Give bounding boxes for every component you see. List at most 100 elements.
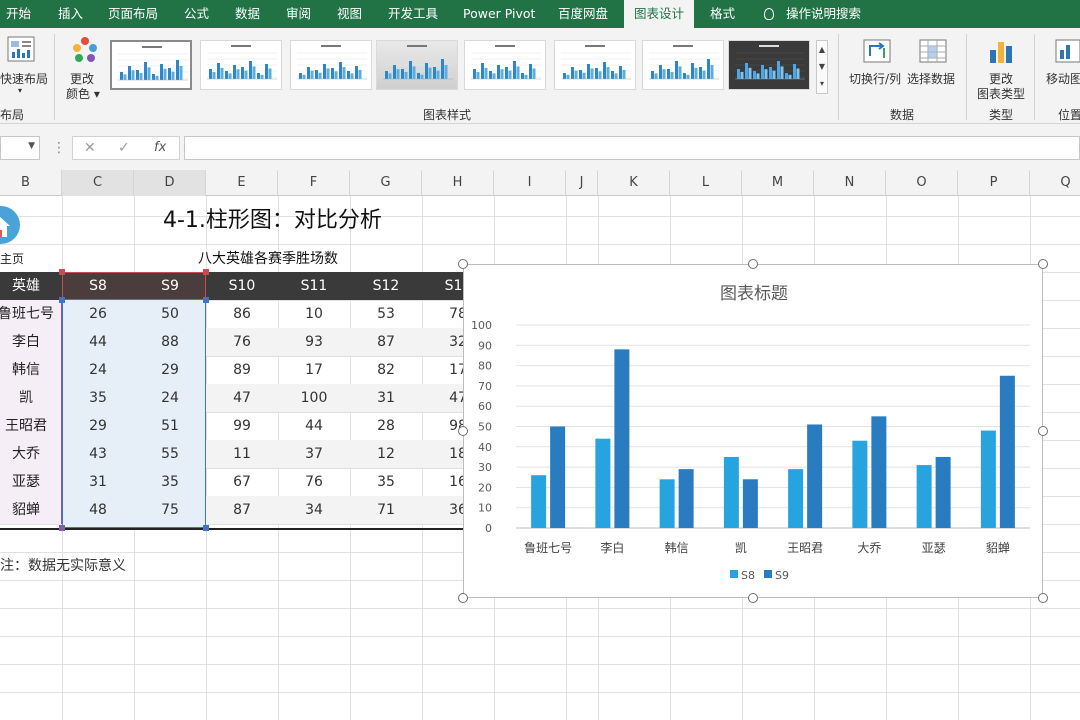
ribbon-tab[interactable]: 审阅 xyxy=(286,0,311,28)
column-header-b[interactable]: B xyxy=(0,170,62,196)
column-header-i[interactable]: I xyxy=(494,170,566,196)
column-header-p[interactable]: P xyxy=(958,170,1030,196)
ribbon-tab[interactable]: 开发工具 xyxy=(388,0,438,28)
change-chart-type-icon[interactable] xyxy=(986,36,1016,66)
value-cell[interactable]: 31 xyxy=(62,468,134,496)
value-cell[interactable]: 88 xyxy=(134,328,206,356)
more-options-icon[interactable]: ⋮ xyxy=(52,136,66,160)
column-header-c[interactable]: C xyxy=(62,170,134,196)
value-cell[interactable]: 76 xyxy=(278,468,350,496)
chart-style-thumbnail[interactable] xyxy=(376,40,458,90)
table-header-cell[interactable]: S11 xyxy=(278,272,350,300)
value-cell[interactable]: 31 xyxy=(350,384,422,412)
cancel-icon[interactable]: ✕ xyxy=(84,136,96,160)
quick-layout-icon[interactable] xyxy=(6,34,36,64)
switch-row-column-icon[interactable] xyxy=(862,36,892,66)
chart-style-gallery[interactable] xyxy=(108,38,828,94)
column-header-h[interactable]: H xyxy=(422,170,494,196)
selection-handle[interactable] xyxy=(59,269,65,275)
value-cell[interactable]: 28 xyxy=(350,412,422,440)
value-cell[interactable]: 75 xyxy=(134,496,206,524)
value-cell[interactable]: 100 xyxy=(278,384,350,412)
bar-s9-3[interactable] xyxy=(742,479,758,528)
bar-s8-4[interactable] xyxy=(788,469,804,528)
value-cell[interactable]: 17 xyxy=(278,356,350,384)
value-cell[interactable]: 11 xyxy=(206,440,278,468)
tell-me-search[interactable]: 操作说明搜索 xyxy=(764,0,861,28)
value-cell[interactable]: 82 xyxy=(350,356,422,384)
value-cell[interactable]: 35 xyxy=(134,468,206,496)
table-header-cell[interactable]: S12 xyxy=(350,272,422,300)
value-cell[interactable]: 24 xyxy=(134,384,206,412)
value-cell[interactable]: 43 xyxy=(62,440,134,468)
value-cell[interactable]: 51 xyxy=(134,412,206,440)
chart-style-thumbnail[interactable] xyxy=(728,40,810,90)
ribbon-tab[interactable]: 公式 xyxy=(184,0,209,28)
value-cell[interactable]: 71 xyxy=(350,496,422,524)
chart-style-thumbnail[interactable] xyxy=(642,40,724,90)
chart-style-thumbnail[interactable] xyxy=(200,40,282,90)
value-cell[interactable]: 10 xyxy=(278,300,350,328)
select-data-button[interactable]: 选择数据 xyxy=(907,70,955,87)
value-cell[interactable]: 35 xyxy=(350,468,422,496)
resize-handle[interactable] xyxy=(748,593,758,603)
ribbon-tab[interactable]: 图表设计 xyxy=(624,0,695,28)
hero-name-cell[interactable]: 王昭君 xyxy=(0,412,62,440)
hero-name-cell[interactable]: 亚瑟 xyxy=(0,468,62,496)
ribbon-tab[interactable]: 视图 xyxy=(337,0,362,28)
value-cell[interactable]: 37 xyxy=(278,440,350,468)
resize-handle[interactable] xyxy=(458,259,468,269)
change-colors-button[interactable]: 颜色 ▾ xyxy=(66,85,100,102)
bar-s9-4[interactable] xyxy=(807,424,823,528)
bar-s8-0[interactable] xyxy=(531,475,547,528)
value-cell[interactable]: 87 xyxy=(350,328,422,356)
value-cell[interactable]: 53 xyxy=(350,300,422,328)
value-cell[interactable]: 87 xyxy=(206,496,278,524)
value-cell[interactable]: 99 xyxy=(206,412,278,440)
palette-icon[interactable] xyxy=(70,36,100,66)
name-box[interactable]: ▼ xyxy=(0,136,40,160)
column-header-k[interactable]: K xyxy=(598,170,670,196)
home-link[interactable]: 主页 xyxy=(0,250,24,267)
column-header-e[interactable]: E xyxy=(206,170,278,196)
table-header-cell[interactable]: S8 xyxy=(62,272,134,300)
hero-name-cell[interactable]: 李白 xyxy=(0,328,62,356)
chart-style-thumbnail[interactable] xyxy=(554,40,636,90)
switch-row-column-button[interactable]: 切换行/列 xyxy=(849,70,901,87)
bar-s9-7[interactable] xyxy=(999,375,1015,528)
value-cell[interactable]: 34 xyxy=(278,496,350,524)
value-cell[interactable]: 44 xyxy=(278,412,350,440)
hero-name-cell[interactable]: 韩信 xyxy=(0,356,62,384)
selection-handle[interactable] xyxy=(59,297,65,303)
column-chart[interactable]: 图表标题 0 10 20 30 40 50 60 70 80 90 100 鲁班七号 李白 韩信 凯 王昭君 大乔… xyxy=(464,265,1044,599)
bar-s8-7[interactable] xyxy=(980,430,996,528)
bar-s9-1[interactable] xyxy=(614,349,630,528)
ribbon-tab[interactable]: 百度网盘 xyxy=(558,0,608,28)
column-header-j[interactable]: J xyxy=(566,170,598,196)
bar-s8-3[interactable] xyxy=(723,456,739,528)
bar-s8-2[interactable] xyxy=(659,479,675,528)
ribbon-tab[interactable]: Power Pivot xyxy=(463,0,535,28)
resize-handle[interactable] xyxy=(1038,593,1048,603)
value-cell[interactable]: 35 xyxy=(62,384,134,412)
chart-title[interactable]: 图表标题 xyxy=(720,284,788,304)
move-chart-icon[interactable] xyxy=(1054,36,1080,66)
value-cell[interactable]: 29 xyxy=(62,412,134,440)
ribbon-tab[interactable]: 数据 xyxy=(235,0,260,28)
move-chart-button[interactable]: 移动图 xyxy=(1046,70,1080,87)
ribbon-tab[interactable]: 格式 xyxy=(710,0,735,28)
selection-handle[interactable] xyxy=(59,525,65,531)
resize-handle[interactable] xyxy=(1038,259,1048,269)
resize-handle[interactable] xyxy=(1038,426,1048,436)
table-header-cell[interactable]: S9 xyxy=(134,272,206,300)
formula-input[interactable] xyxy=(184,136,1080,160)
bar-s8-6[interactable] xyxy=(916,465,932,528)
table-header-cell[interactable]: S10 xyxy=(206,272,278,300)
ribbon-tab[interactable]: 插入 xyxy=(58,0,83,28)
value-cell[interactable]: 93 xyxy=(278,328,350,356)
bar-s9-2[interactable] xyxy=(678,469,694,528)
column-header-m[interactable]: M xyxy=(742,170,814,196)
value-cell[interactable]: 50 xyxy=(134,300,206,328)
selection-handle[interactable] xyxy=(203,525,209,531)
selection-handle[interactable] xyxy=(203,269,209,275)
